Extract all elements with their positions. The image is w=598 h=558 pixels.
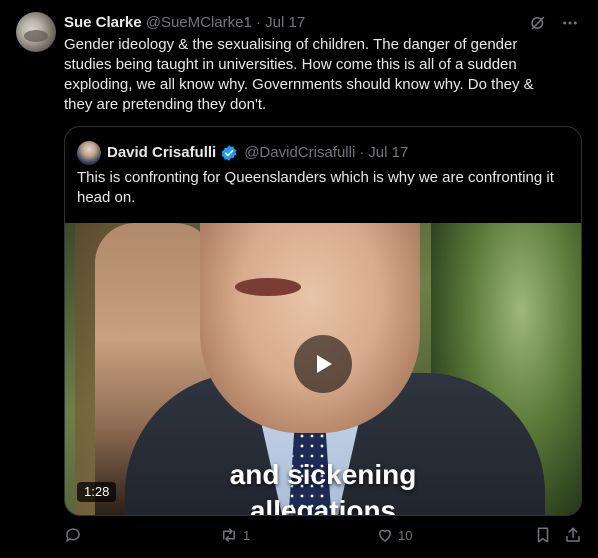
bookmark-icon — [537, 527, 549, 543]
bookmark-button[interactable] — [534, 526, 552, 544]
author-handle[interactable]: @SueMClarke1 — [146, 14, 252, 31]
like-button[interactable]: 10 — [376, 526, 412, 544]
action-bar: 1 10 — [64, 526, 588, 548]
quote-text: This is confronting for Queenslanders wh… — [77, 169, 554, 206]
quote-author-name[interactable]: David Crisafulli — [107, 143, 216, 163]
video-speaker-face — [200, 223, 420, 433]
verified-badge-icon — [220, 144, 238, 162]
quote-author-handle[interactable]: @DavidCrisafulli — [244, 143, 355, 163]
like-icon — [379, 529, 391, 542]
more-icon[interactable] — [560, 13, 580, 33]
top-icons — [528, 13, 580, 33]
author-name[interactable]: Sue Clarke — [64, 14, 142, 31]
quote-header-separator: · — [359, 144, 365, 161]
like-count: 10 — [398, 527, 413, 543]
video-caption-line1: and sickening — [229, 459, 417, 490]
tweet-header: Sue Clarke @SueMClarke1 · Jul 17 — [64, 13, 305, 33]
video-caption-line2: allegations — [249, 495, 397, 515]
reply-icon — [66, 528, 80, 542]
share-icon — [566, 527, 580, 542]
video-duration: 1:28 — [77, 482, 117, 502]
retweet-button[interactable]: 1 — [219, 526, 250, 544]
tweet[interactable]: Sue Clarke @SueMClarke1 · Jul 17 Gender … — [0, 0, 598, 558]
quote-tweet[interactable]: David Crisafulli @DavidCrisafulli · Jul … — [64, 126, 582, 516]
tweet-text: Gender ideology & the sexualising of chi… — [64, 36, 534, 113]
share-button[interactable] — [564, 526, 582, 544]
video-player[interactable]: and sickening allegations 1:28 — [65, 223, 581, 515]
author-avatar[interactable] — [16, 12, 56, 52]
retweet-icon — [223, 528, 235, 542]
retweet-count: 1 — [243, 527, 251, 543]
video-speaker-mouth — [235, 278, 301, 296]
tweet-date[interactable]: Jul 17 — [265, 14, 305, 31]
quote-author-avatar[interactable] — [77, 141, 101, 165]
grok-icon[interactable] — [528, 13, 548, 33]
quote-header: David Crisafulli @DavidCrisafulli · Jul … — [77, 141, 408, 165]
play-icon — [317, 355, 332, 373]
reply-button[interactable] — [64, 526, 86, 544]
header-separator: · — [256, 14, 261, 31]
quote-date[interactable]: Jul 17 — [368, 143, 408, 163]
play-button[interactable] — [294, 335, 352, 393]
